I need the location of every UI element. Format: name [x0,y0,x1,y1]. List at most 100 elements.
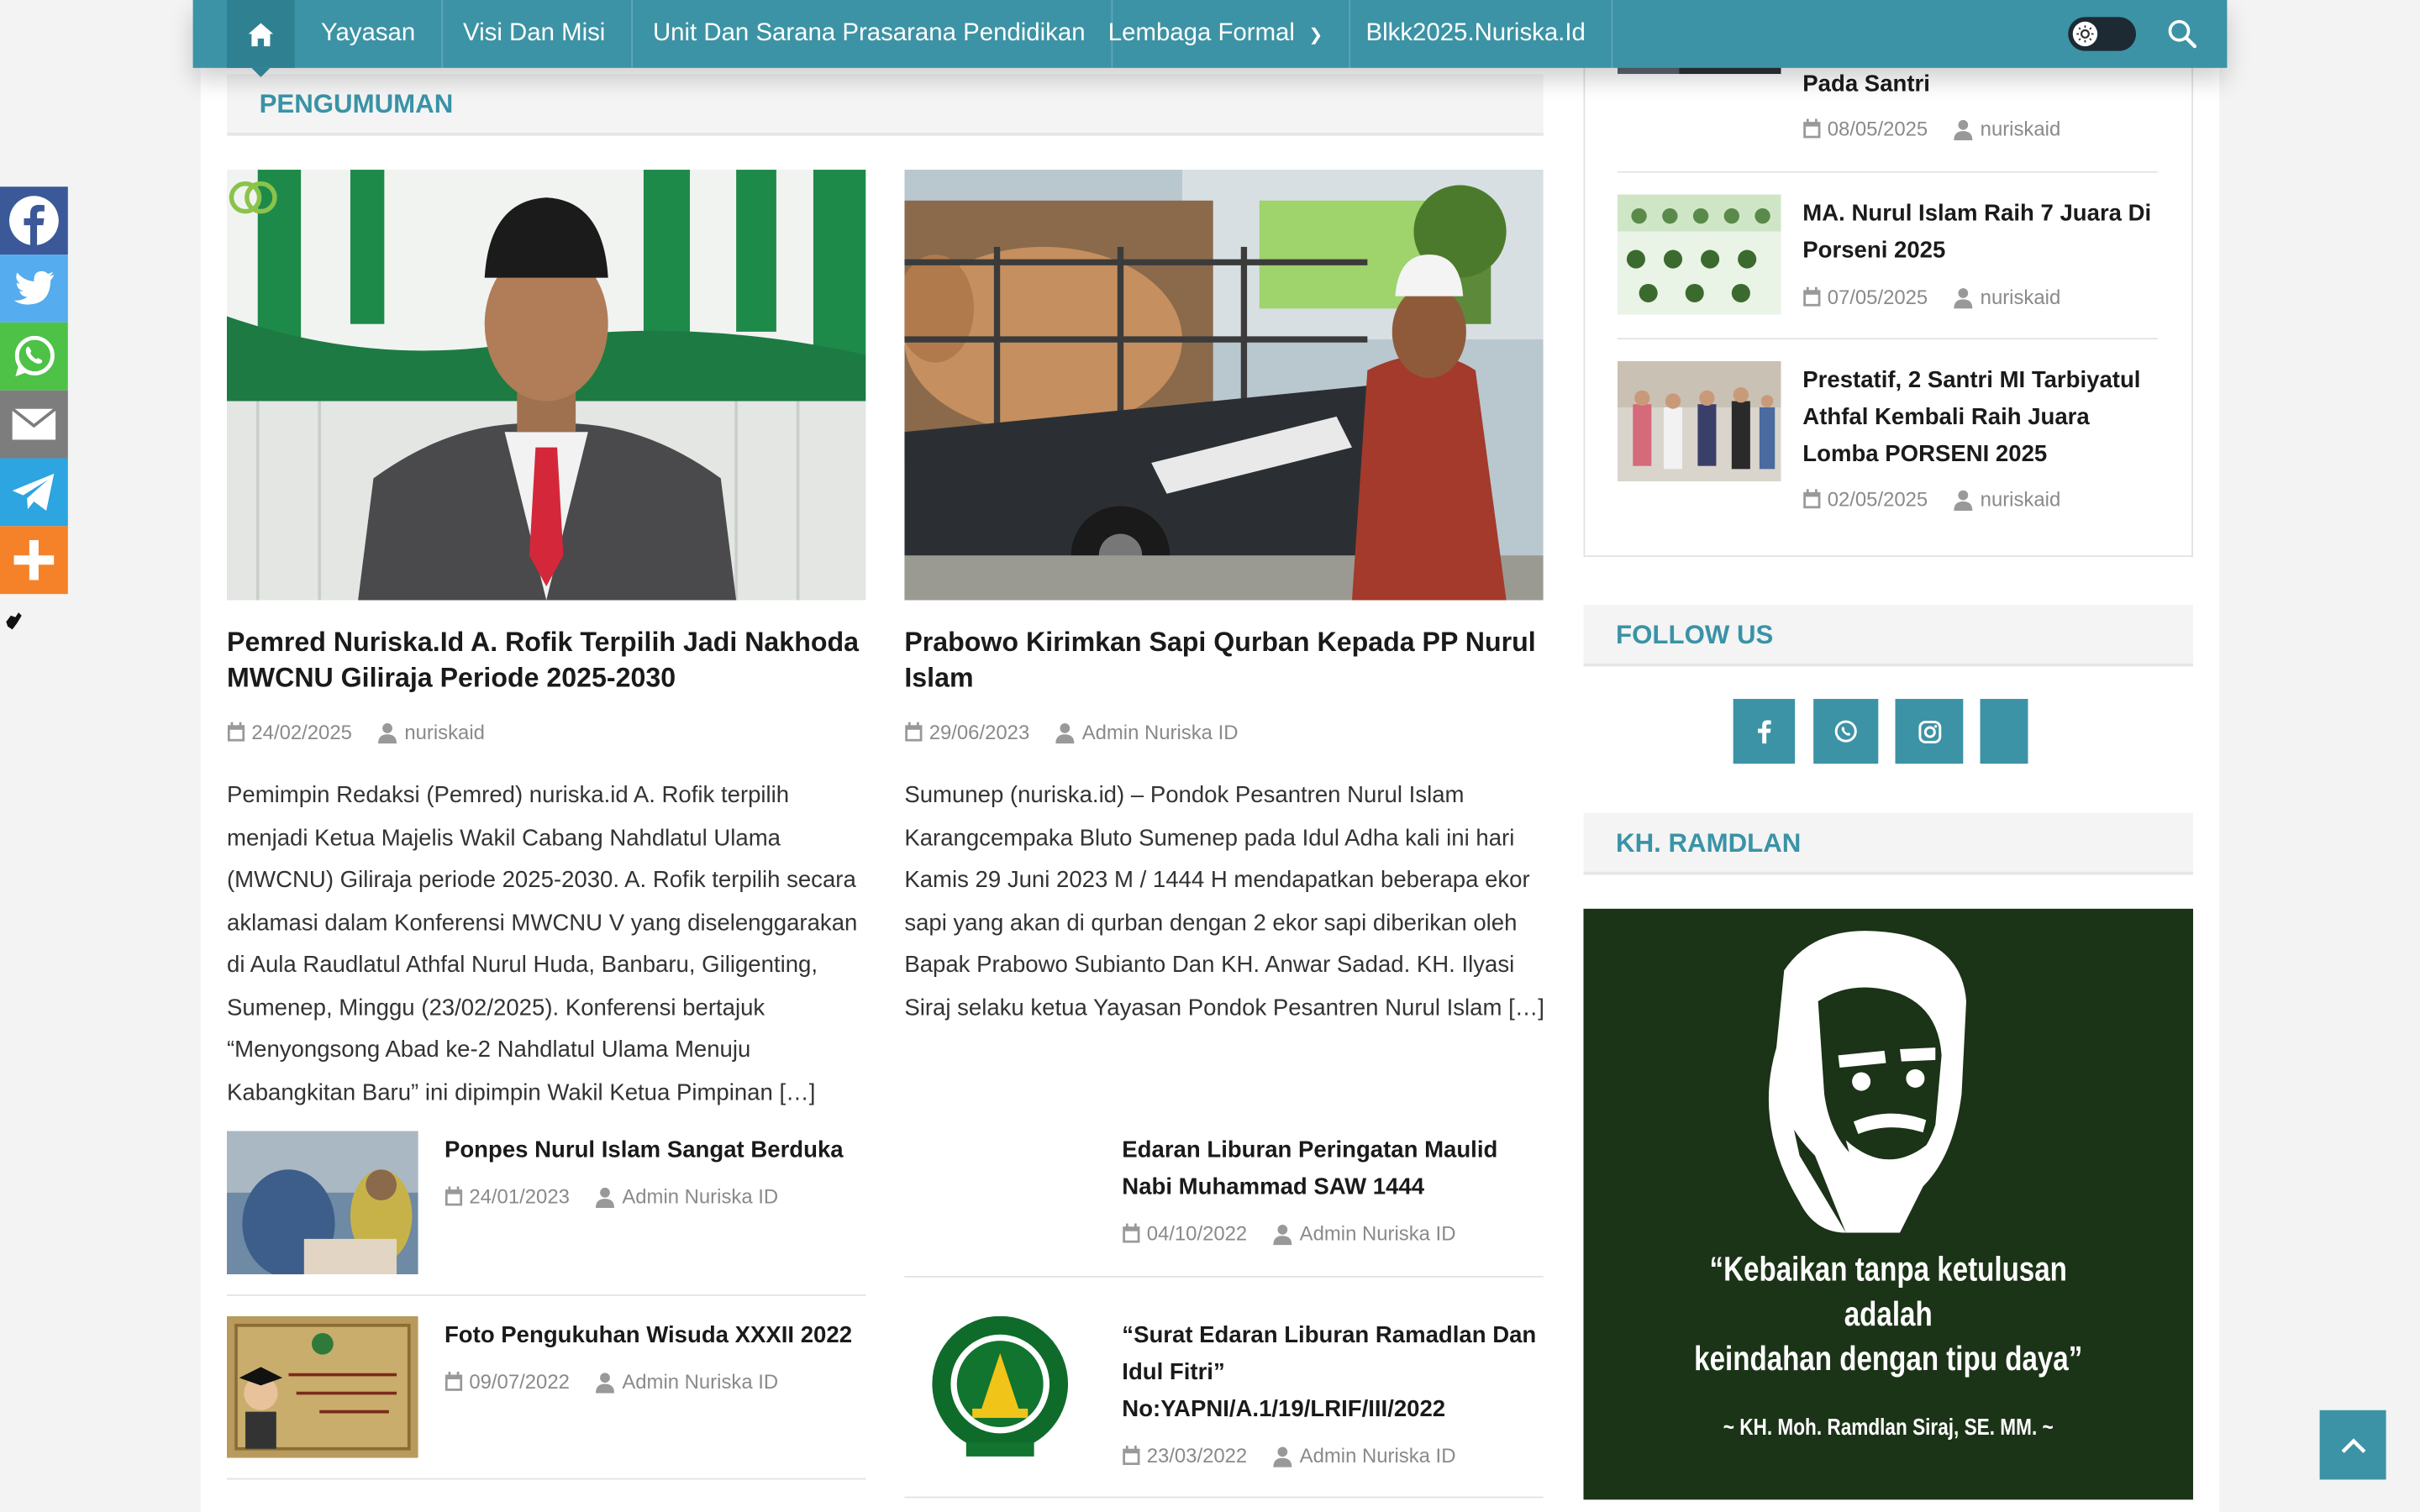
post-date[interactable]: 07/05/2025 [1828,286,1928,309]
share-telegram-button[interactable] [0,458,68,527]
divider [904,1275,1544,1278]
share-whatsapp-button[interactable] [0,322,68,391]
main-navigation: Yayasan Visi Dan Misi Unit Dan Sarana Pr… [192,0,2228,77]
calendar-icon [445,1186,463,1206]
recent-post-title[interactable]: Prestatif, 2 Santri MI Tarbiyatul Athfal… [1802,363,2165,474]
recent-post-thumbnail[interactable] [1617,360,1781,482]
post-author[interactable]: Admin Nuriska ID [1082,721,1239,744]
post-date[interactable]: 24/02/2025 [251,721,352,744]
portrait-photo [227,170,866,601]
share-facebook-button[interactable] [0,186,68,255]
post-thumbnail[interactable] [227,1131,418,1275]
home-button[interactable] [227,0,295,77]
recent-post-title[interactable]: MA. Nurul Islam Raih 7 Juara Di Porseni … [1802,196,2165,270]
post-thumbnail[interactable] [904,1315,1097,1458]
calendar-icon [445,1371,463,1392]
recent-post-thumbnail[interactable] [1617,194,1781,315]
nav-item-blkk[interactable]: Blkk2025.Nuriska.Id [1339,0,1613,68]
portrait-illustration [1768,931,1967,1233]
follow-extra-button[interactable] [1980,699,2028,764]
post-date[interactable]: 02/05/2025 [1828,487,1928,511]
post-title[interactable]: Prabowo Kirimkan Sapi Qurban Kepada PP N… [904,625,1543,696]
post-meta: 07/05/2025 nuriskaid [1802,286,2061,309]
post-title[interactable]: Pemred Nuriska.Id A. Rofik Terpilih Jadi… [227,625,865,696]
post-author[interactable]: nuriskaid [404,721,485,744]
share-email-button[interactable] [0,390,68,459]
post-date[interactable]: 29/06/2023 [929,721,1030,744]
twitter-icon [13,270,55,305]
calendar-icon [1122,1446,1140,1466]
calendar-icon [227,722,245,743]
share-more-button[interactable] [0,526,68,595]
sun-icon [2072,21,2098,47]
post-author[interactable]: nuriskaid [1981,487,2061,511]
follow-whatsapp-button[interactable] [1813,699,1879,764]
post-date[interactable]: 24/01/2023 [469,1185,570,1209]
whatsapp-icon [1834,720,1857,743]
page: Yayasan Visi Dan Misi Unit Dan Sarana Pr… [0,0,2420,1512]
post-author[interactable]: Admin Nuriska ID [622,1185,778,1209]
post-author[interactable]: Admin Nuriska ID [1300,1444,1456,1467]
post-date[interactable]: 23/03/2022 [1147,1444,1248,1467]
user-icon [1272,1445,1294,1467]
post-title[interactable]: Ponpes Nurul Islam Sangat Berduka [445,1132,865,1169]
hide-share-button[interactable] [5,611,27,633]
post-title[interactable]: Edaran Liburan Peringatan Maulid Nabi Mu… [1122,1132,1543,1206]
facebook-icon [1758,720,1771,744]
email-icon [11,407,57,440]
divider [1617,338,2158,340]
quote-line: keindahan dengan tipu daya” [1694,1339,2083,1378]
calendar-icon [1802,118,1821,139]
instagram-icon [1918,720,1941,743]
nav-item-label: Visi Dan Misi [463,19,606,47]
user-icon [1953,286,1975,308]
whatsapp-icon [14,335,55,377]
post-title[interactable]: “Surat Edaran Liburan Ramadlan Dan Idul … [1122,1318,1543,1429]
post-date[interactable]: 09/07/2022 [469,1370,570,1394]
thumbnail-photo [1617,360,1781,482]
search-button[interactable] [2165,17,2199,50]
post-title[interactable]: Foto Pengukuhan Wisuda XXXII 2022 [445,1318,865,1355]
follow-instagram-button[interactable] [1895,699,1964,764]
follow-facebook-button[interactable] [1733,699,1796,764]
thumbnail-photo [227,1315,418,1458]
nav-item-label: Lembaga Formal [1107,19,1295,47]
section-heading-label: FOLLOW US [1616,620,1774,650]
post-author[interactable]: Admin Nuriska ID [1300,1222,1456,1246]
section-heading-follow-us: FOLLOW US [1583,605,2194,667]
recent-post-title[interactable]: Pada Santri [1802,66,2165,103]
post-image-sapi-qurban[interactable] [904,170,1544,601]
share-twitter-button[interactable] [0,255,68,323]
user-icon [1953,488,1975,511]
user-icon [1953,118,1975,140]
nav-item-unit-sarana[interactable]: Unit Dan Sarana Prasarana Pendidikan [627,0,1113,68]
calendar-icon [1802,489,1821,509]
calendar-icon [1802,286,1821,307]
post-author[interactable]: nuriskaid [1981,286,2061,309]
chevron-up-icon [2340,1437,2365,1453]
nav-item-yayasan[interactable]: Yayasan [295,0,444,68]
post-meta: 09/07/2022 Admin Nuriska ID [445,1370,778,1394]
post-meta: 29/06/2023 Admin Nuriska ID [904,721,1239,744]
post-meta: 02/05/2025 nuriskaid [1802,487,2060,511]
thumbnail-photo [1617,194,1781,315]
back-to-top-button[interactable] [2319,1410,2386,1480]
section-heading-kh-ramdlan: KH. RAMDLAN [1583,812,2194,875]
post-date[interactable]: 04/10/2022 [1147,1222,1248,1246]
post-meta: 23/03/2022 Admin Nuriska ID [1122,1444,1455,1467]
cow-truck-photo [904,170,1544,601]
quote-line: adalah [1844,1294,1933,1333]
post-author[interactable]: Admin Nuriska ID [622,1370,778,1394]
dark-mode-toggle[interactable] [2068,17,2137,51]
post-thumbnail[interactable] [227,1315,418,1458]
yayasan-logo [904,1315,1097,1458]
nav-item-visi-misi[interactable]: Visi Dan Misi [437,0,634,68]
nav-item-lembaga-formal[interactable]: Lembaga Formal ❯ [1082,0,1351,68]
post-meta: 24/02/2025 nuriskaid [227,721,485,744]
nav-item-label: Blkk2025.Nuriska.Id [1365,19,1586,47]
post-author[interactable]: nuriskaid [1981,118,2061,141]
thumbnail-photo [227,1131,418,1275]
post-image-rofik[interactable] [227,170,866,601]
post-date[interactable]: 08/05/2025 [1828,118,1928,141]
search-icon [2168,19,2197,49]
